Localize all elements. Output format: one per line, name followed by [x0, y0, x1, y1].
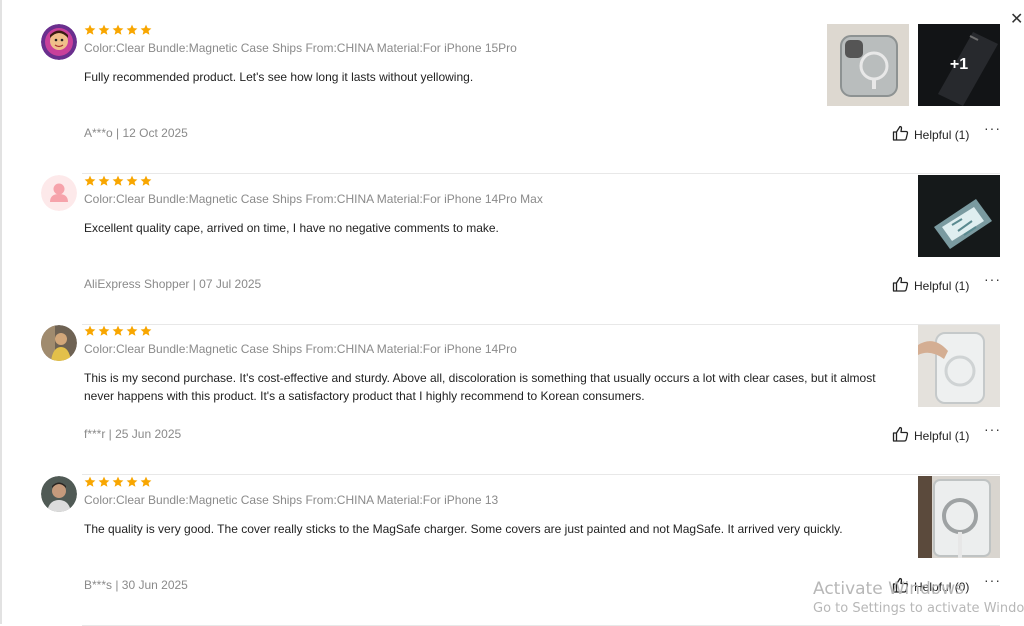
star-icon — [98, 175, 110, 186]
review-item: Color:Clear Bundle:Magnetic Case Ships F… — [40, 175, 1000, 325]
star-icon — [112, 175, 124, 186]
star-icon — [98, 325, 110, 336]
review-author-date: A***o | 12 Oct 2025 — [84, 126, 188, 140]
more-options-button[interactable]: ··· — [984, 120, 1001, 136]
star-icon — [98, 476, 110, 487]
helpful-label: Helpful (1) — [914, 127, 970, 142]
review-sku-info: Color:Clear Bundle:Magnetic Case Ships F… — [84, 342, 517, 356]
star-icon — [112, 24, 124, 35]
avatar — [41, 24, 77, 60]
watermark-title: Activate Windows — [813, 579, 964, 599]
review-photo[interactable]: +1 — [918, 24, 1000, 106]
star-rating — [84, 325, 152, 339]
star-icon — [140, 175, 152, 186]
review-author-date: B***s | 30 Jun 2025 — [84, 578, 188, 592]
star-icon — [112, 476, 124, 487]
star-rating — [84, 476, 152, 490]
star-icon — [126, 175, 138, 186]
review-divider — [82, 173, 1000, 174]
more-options-button[interactable]: ··· — [984, 271, 1001, 287]
thumbs-up-icon — [892, 125, 909, 144]
thumbs-up-icon — [892, 276, 909, 295]
helpful-button[interactable]: Helpful (1) — [892, 125, 969, 144]
review-sku-info: Color:Clear Bundle:Magnetic Case Ships F… — [84, 41, 517, 55]
review-text: The quality is very good. The cover real… — [84, 522, 843, 536]
close-icon: ✕ — [1010, 11, 1024, 28]
review-item: Color:Clear Bundle:Magnetic Case Ships F… — [40, 24, 1000, 174]
star-icon — [84, 325, 96, 336]
star-icon — [84, 24, 96, 35]
review-author-date: AliExpress Shopper | 07 Jul 2025 — [84, 277, 262, 291]
avatar — [41, 476, 77, 512]
star-icon — [84, 175, 96, 186]
review-item: Color:Clear Bundle:Magnetic Case Ships F… — [40, 325, 1000, 475]
thumbs-up-icon — [892, 426, 909, 445]
star-rating — [84, 175, 152, 189]
review-divider — [82, 474, 1000, 475]
review-photo[interactable] — [827, 24, 909, 106]
review-text: Excellent quality cape, arrived on time,… — [84, 221, 499, 235]
review-photo[interactable] — [918, 325, 1000, 407]
review-text: Fully recommended product. Let's see how… — [84, 70, 474, 84]
more-photos-count: +1 — [918, 24, 1000, 106]
avatar — [41, 175, 77, 211]
watermark-subtitle: Go to Settings to activate Windows. — [813, 601, 1024, 616]
avatar — [41, 325, 77, 361]
helpful-button[interactable]: Helpful (1) — [892, 276, 969, 295]
review-sku-info: Color:Clear Bundle:Magnetic Case Ships F… — [84, 192, 543, 206]
star-icon — [126, 24, 138, 35]
helpful-label: Helpful (1) — [914, 278, 970, 293]
star-rating — [84, 24, 152, 38]
panel-left-border — [0, 0, 2, 624]
star-icon — [126, 476, 138, 487]
helpful-button[interactable]: Helpful (1) — [892, 426, 969, 445]
activate-windows-watermark: Activate Windows Go to Settings to activ… — [813, 579, 1024, 619]
review-photo[interactable] — [918, 175, 1000, 257]
star-icon — [98, 24, 110, 35]
review-text: This is my second purchase. It's cost-ef… — [84, 371, 876, 403]
more-options-button[interactable]: ··· — [984, 421, 1001, 437]
review-photo[interactable] — [918, 476, 1000, 558]
helpful-label: Helpful (1) — [914, 428, 970, 443]
star-icon — [140, 325, 152, 336]
star-icon — [140, 476, 152, 487]
star-icon — [126, 325, 138, 336]
star-icon — [140, 24, 152, 35]
review-author-date: f***r | 25 Jun 2025 — [84, 427, 182, 441]
review-sku-info: Color:Clear Bundle:Magnetic Case Ships F… — [84, 493, 499, 507]
star-icon — [112, 325, 124, 336]
close-button[interactable]: ✕ — [1010, 6, 1024, 34]
star-icon — [84, 476, 96, 487]
